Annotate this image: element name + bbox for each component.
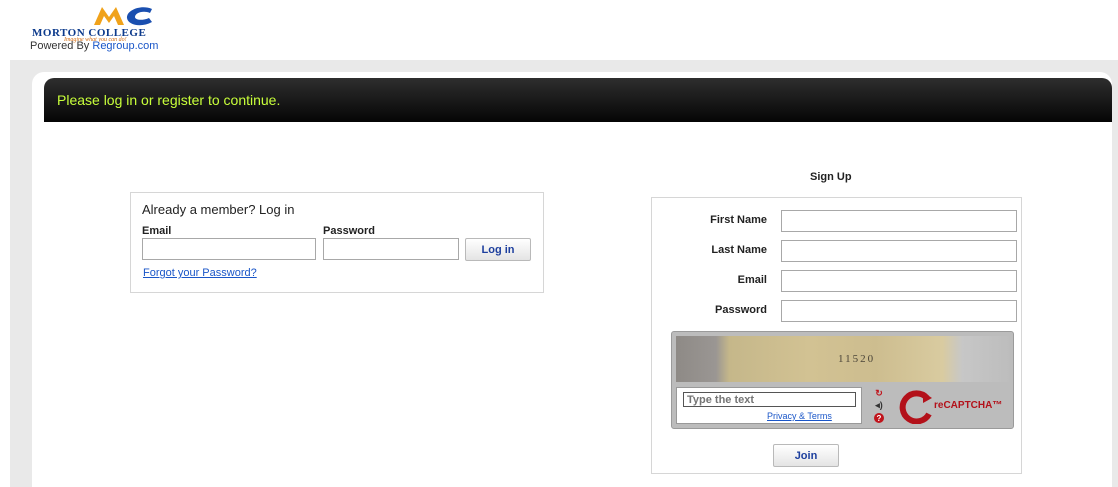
login-email-label: Email [142,225,172,237]
powered-by-label: Powered By [30,40,90,52]
privacy-terms-link[interactable]: Privacy & Terms [767,411,832,421]
mc-logo-icon [94,7,152,26]
last-name-label: Last Name [711,244,767,256]
audio-icon[interactable]: ◂) [872,400,886,411]
forgot-password-link[interactable]: Forgot your Password? [143,267,257,279]
signup-title: Sign Up [810,171,852,183]
captcha-challenge-text: 11520 [838,353,876,365]
captcha-input-area: Privacy & Terms [676,387,862,424]
banner-text: Please log in or register to continue. [57,92,281,108]
login-button[interactable]: Log in [465,238,531,261]
recaptcha-widget: 11520 Privacy & Terms ↻ ◂) ? reCAPTCHA™ [671,331,1014,429]
signup-password-label: Password [715,304,767,316]
help-icon[interactable]: ? [872,412,886,423]
login-box: Already a member? Log in Email Password … [130,192,544,293]
last-name-input[interactable] [781,240,1017,262]
signup-email-label: Email [737,274,767,286]
login-title: Already a member? Log in [142,202,295,217]
signup-box: First Name Last Name Email Password 1152… [651,197,1022,474]
signup-email-input[interactable] [781,270,1017,292]
join-button[interactable]: Join [773,444,839,467]
login-email-input[interactable] [142,238,316,260]
help-circle-icon: ? [874,412,884,423]
recaptcha-swirl-icon [899,390,932,425]
recaptcha-logo: reCAPTCHA™ [897,390,1007,425]
captcha-input[interactable] [683,392,856,407]
signup-password-input[interactable] [781,300,1017,322]
powered-by: Powered By Regroup.com [30,40,158,52]
svg-text:?: ? [877,414,882,423]
first-name-input[interactable] [781,210,1017,232]
refresh-icon[interactable]: ↻ [872,388,886,399]
banner: Please log in or register to continue. [44,78,1112,122]
first-name-label: First Name [710,214,767,226]
regroup-link[interactable]: Regroup.com [92,40,158,52]
login-password-input[interactable] [323,238,459,260]
login-password-label: Password [323,225,375,237]
captcha-image: 11520 [676,336,1009,382]
recaptcha-logo-text: reCAPTCHA™ [934,400,1003,411]
